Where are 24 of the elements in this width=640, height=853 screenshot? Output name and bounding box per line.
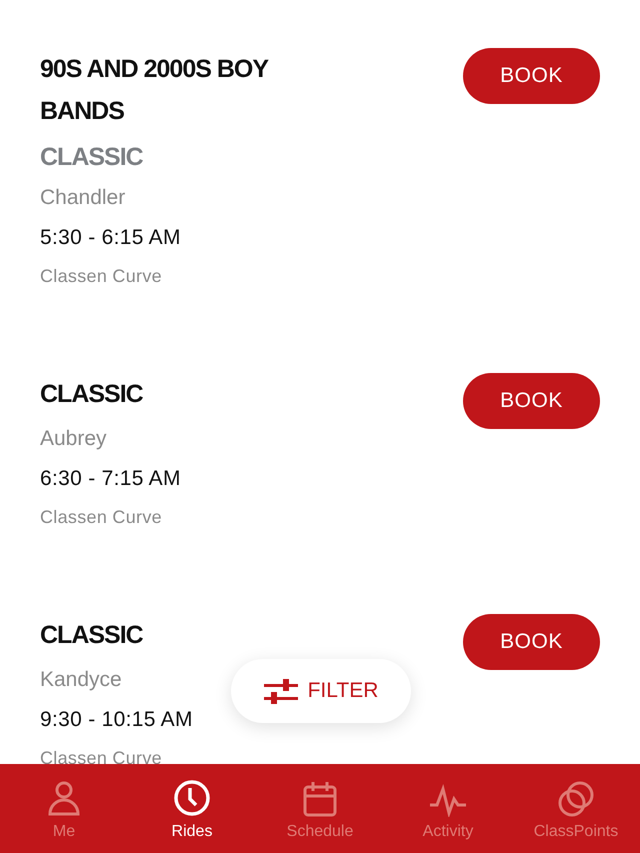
calendar-icon [303, 781, 337, 817]
clock-icon [173, 779, 211, 817]
class-location: Classen Curve [40, 266, 162, 287]
instructor-name: Kandyce [40, 668, 122, 692]
book-button[interactable]: BOOK [463, 614, 600, 670]
book-button[interactable]: BOOK [463, 48, 600, 104]
class-title: 90S AND 2000S BOY BANDS [40, 54, 270, 127]
class-location: Classen Curve [40, 507, 162, 528]
class-type: CLASSIC [40, 142, 143, 173]
filter-button[interactable]: FILTER [231, 659, 411, 723]
class-time: 9:30 - 10:15 AM [40, 708, 193, 732]
class-title: CLASSIC [40, 620, 143, 651]
instructor-name: Aubrey [40, 427, 107, 451]
instructor-name: Chandler [40, 186, 126, 210]
person-icon [47, 781, 81, 817]
class-location: Classen Curve [40, 748, 162, 764]
sliders-icon [264, 678, 298, 704]
tab-bar-item[interactable]: Rides [128, 764, 256, 853]
class-title: CLASSIC [40, 379, 143, 410]
pulse-icon [429, 783, 467, 817]
class-time: 5:30 - 6:15 AM [40, 226, 181, 250]
overlapping-circles-icon [558, 781, 594, 817]
book-button[interactable]: BOOK [463, 373, 600, 429]
class-time: 6:30 - 7:15 AM [40, 467, 181, 491]
